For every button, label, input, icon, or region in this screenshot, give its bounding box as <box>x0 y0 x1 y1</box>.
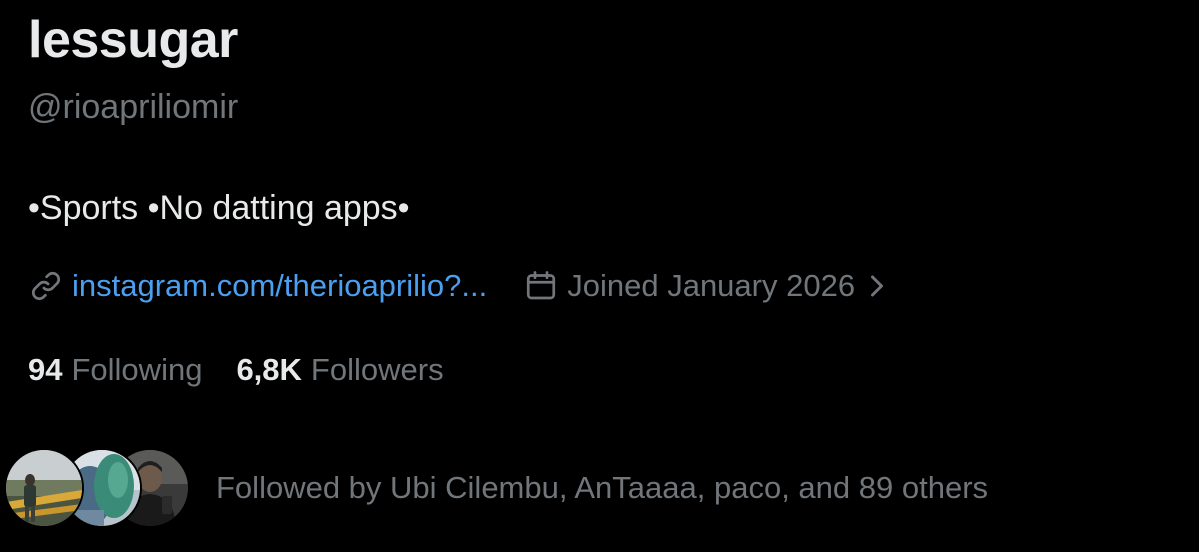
chevron-right-icon[interactable] <box>863 268 891 304</box>
profile-meta-row: instagram.com/therioaprilio?... Joined J… <box>28 264 891 308</box>
display-name: lessugar <box>28 11 238 69</box>
following-label: Following <box>71 352 203 387</box>
followers-stat[interactable]: 6,8K Followers <box>236 352 443 388</box>
following-count: 94 <box>28 352 63 387</box>
follow-stats: 94 Following 6,8K Followers <box>28 352 444 388</box>
followed-by-row[interactable]: Followed by Ubi Cilembu, AnTaaaa, paco, … <box>4 446 988 530</box>
following-stat[interactable]: 94 Following <box>28 352 202 388</box>
profile-bio: •Sports •No datting apps• <box>28 189 410 227</box>
profile-link[interactable]: instagram.com/therioaprilio?... <box>28 268 487 304</box>
followed-by-avatars[interactable] <box>4 448 190 528</box>
followed-by-text[interactable]: Followed by Ubi Cilembu, AnTaaaa, paco, … <box>216 470 988 506</box>
profile-link-text[interactable]: instagram.com/therioaprilio?... <box>72 268 487 304</box>
joined-date-text: Joined January 2026 <box>567 268 856 303</box>
calendar-icon <box>523 268 559 304</box>
followers-count: 6,8K <box>236 352 302 387</box>
link-icon <box>28 268 64 304</box>
followers-label: Followers <box>310 352 444 387</box>
user-handle: @rioapriliomir <box>28 88 239 126</box>
joined-date[interactable]: Joined January 2026 <box>523 268 891 304</box>
avatar[interactable] <box>4 448 84 528</box>
